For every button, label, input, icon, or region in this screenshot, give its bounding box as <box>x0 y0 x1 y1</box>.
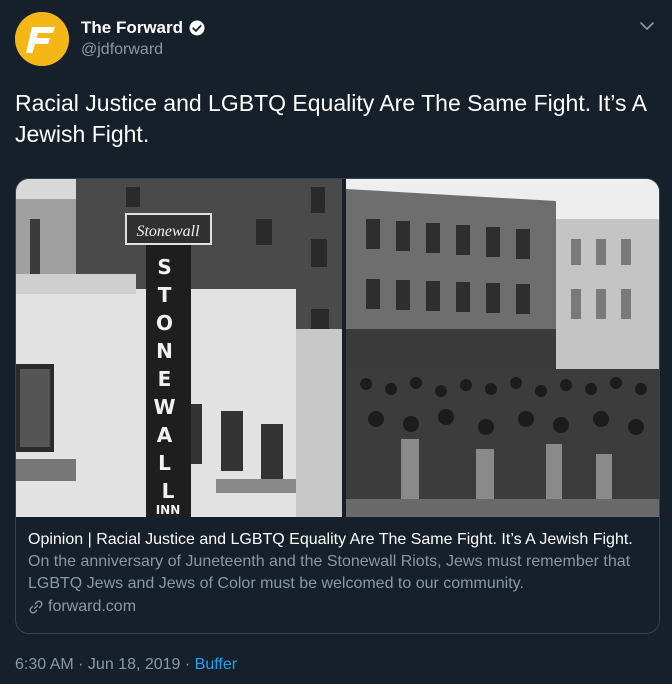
display-name-row[interactable]: The Forward <box>81 18 206 38</box>
card-photos: Stonewall S T O N E W A L L INN <box>16 179 659 517</box>
meta-separator: · <box>180 656 195 673</box>
forward-logo-icon <box>15 12 69 66</box>
card-body[interactable]: Opinion | Racial Justice and LGBTQ Equal… <box>28 529 649 618</box>
handle[interactable]: @jdforward <box>81 41 206 59</box>
link-icon <box>29 600 43 614</box>
link-card[interactable]: Stonewall S T O N E W A L L INN Opinion … <box>15 178 660 634</box>
svg-text:Stonewall: Stonewall <box>136 223 200 240</box>
tweet-date[interactable]: Jun 18, 2019 <box>88 656 181 673</box>
card-description: On the anniversary of Juneteenth and the… <box>28 553 631 592</box>
tweet-header: The Forward @jdforward <box>15 12 657 68</box>
stonewall-photo: Stonewall S T O N E W A L L INN <box>16 179 342 517</box>
card-title[interactable]: Opinion | Racial Justice and LGBTQ Equal… <box>28 529 649 551</box>
meta-separator: · <box>73 656 88 673</box>
tweet-source-link[interactable]: Buffer <box>195 656 237 673</box>
chevron-down-icon[interactable] <box>637 16 657 36</box>
tweet-text: Racial Justice and LGBTQ Equality Are Th… <box>15 90 646 147</box>
svg-text:INN: INN <box>156 503 181 517</box>
tweet-time[interactable]: 6:30 AM <box>15 656 74 673</box>
verified-badge-icon <box>189 20 205 36</box>
tweet-meta: 6:30 AM · Jun 18, 2019 · Buffer <box>15 656 237 674</box>
avatar[interactable] <box>15 12 69 66</box>
author-info: The Forward @jdforward <box>81 18 206 59</box>
parade-photo <box>346 179 659 517</box>
card-domain-text[interactable]: forward.com <box>48 596 136 618</box>
card-domain[interactable]: forward.com <box>28 596 649 618</box>
display-name[interactable]: The Forward <box>81 18 183 38</box>
